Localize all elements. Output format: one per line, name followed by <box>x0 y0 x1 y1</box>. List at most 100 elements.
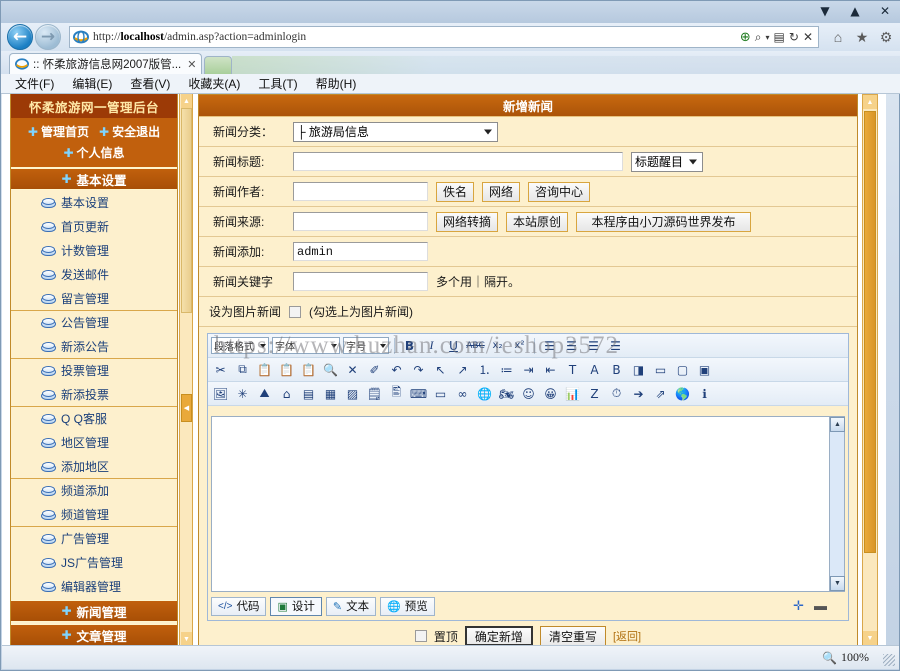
editor-tool-r3-16-icon[interactable]: 😀 <box>541 384 560 403</box>
editor-tab-design[interactable]: ▣ 设计 <box>270 596 322 616</box>
editor-tool-r3-10-icon[interactable]: ⌨ <box>409 384 428 403</box>
editor-tool-r2-13-icon[interactable]: ⒈ <box>475 360 494 379</box>
home-icon[interactable]: ⌂ <box>829 28 847 46</box>
editor-tool-r3-23-icon[interactable]: ℹ <box>695 384 714 403</box>
gutter-collapse-handle[interactable]: ◀ <box>181 394 192 422</box>
compatibility-view-icon[interactable]: ⊕ <box>740 30 751 45</box>
sidebar-item-5[interactable]: 留言管理 <box>11 286 177 310</box>
sidebar-link-home[interactable]: ✚ 管理首页 <box>28 123 89 140</box>
editor-tool-r2-23-icon[interactable]: ▣ <box>695 360 714 379</box>
subscript-icon[interactable]: x₂ <box>488 336 507 355</box>
editor-collapse-icon[interactable]: ▬ <box>814 598 827 614</box>
sidebar-item-15[interactable]: 广告管理 <box>11 526 177 550</box>
sidebar-group-news[interactable]: ✚ 新闻管理 <box>11 600 177 622</box>
confirm-add-button[interactable]: 确定新增 <box>464 626 533 646</box>
stop-icon[interactable]: ✕ <box>803 30 813 44</box>
editor-scroll-up-icon[interactable]: ▲ <box>830 417 845 432</box>
editor-tool-r3-5-icon[interactable]: ▤ <box>299 384 318 403</box>
sidebar-link-profile[interactable]: ✚ 个人信息 <box>63 144 124 161</box>
editor-tool-r2-17-icon[interactable]: T <box>563 360 582 379</box>
align-justify-icon[interactable]: ☰ <box>606 336 625 355</box>
editor-tool-r2-2-icon[interactable]: ⧉ <box>233 360 252 379</box>
editor-tool-r2-8-icon[interactable]: ✐ <box>365 360 384 379</box>
editor-expand-icon[interactable]: ✛ <box>793 598 804 614</box>
sidebar-group-basic[interactable]: ✚ 基本设置 <box>11 168 177 190</box>
sticky-checkbox[interactable] <box>414 630 427 642</box>
source-preset-reprint[interactable]: 网络转摘 <box>436 211 499 232</box>
editor-scrollbar[interactable]: ▲ ▼ <box>829 417 845 591</box>
chevron-down-icon[interactable]: ▾ <box>766 33 770 42</box>
editor-tool-r3-8-icon[interactable]: 🗒 <box>365 384 384 403</box>
magnifier-icon[interactable]: 🔍 <box>822 651 837 665</box>
source-preset-publisher[interactable]: 本程序由小刀源码世界发布 <box>576 211 752 232</box>
editor-tool-r2-15-icon[interactable]: ⇥ <box>519 360 538 379</box>
menu-file[interactable]: 文件(F) <box>15 75 54 92</box>
feed-icon[interactable]: ▤ <box>774 30 785 44</box>
news-title-input[interactable] <box>293 152 623 171</box>
editor-tool-r2-22-icon[interactable]: ▢ <box>673 360 692 379</box>
editor-tool-r3-18-icon[interactable]: Z <box>585 384 604 403</box>
editor-content-area[interactable]: ▲ ▼ <box>211 416 845 592</box>
font-family-select[interactable]: 字体 <box>272 337 340 354</box>
editor-scroll-down-icon[interactable]: ▼ <box>830 576 845 591</box>
editor-tool-r2-20-icon[interactable]: ◨ <box>629 360 648 379</box>
sidebar-item-1[interactable]: 基本设置 <box>11 190 177 214</box>
search-icon[interactable]: ⌕ <box>755 30 762 45</box>
menu-edit[interactable]: 编辑(E) <box>72 75 112 92</box>
page-scroll-down-icon[interactable]: ▼ <box>863 631 877 645</box>
editor-tool-r3-20-icon[interactable]: ➔ <box>629 384 648 403</box>
title-highlight-select[interactable]: 标题醒目 <box>631 151 703 172</box>
align-center-icon[interactable]: ☰ <box>562 336 581 355</box>
editor-tool-r2-7-icon[interactable]: ✕ <box>343 360 362 379</box>
sidebar-item-3[interactable]: 计数管理 <box>11 238 177 262</box>
sidebar-link-logout[interactable]: ✚ 安全退出 <box>99 123 160 140</box>
editor-tool-r3-7-icon[interactable]: ▨ <box>343 384 362 403</box>
italic-icon[interactable]: I <box>422 336 441 355</box>
editor-tool-r3-14-icon[interactable]: 🏍 <box>497 384 516 403</box>
strikethrough-icon[interactable]: ABC <box>466 336 485 355</box>
page-scroll-thumb[interactable] <box>864 111 876 553</box>
editor-tool-r2-4-icon[interactable]: 📋 <box>277 360 296 379</box>
editor-tool-r2-10-icon[interactable]: ↷ <box>409 360 428 379</box>
window-resize-grip[interactable] <box>883 654 895 666</box>
editor-tool-r3-21-icon[interactable]: ⇗ <box>651 384 670 403</box>
browser-tab[interactable]: :: 怀柔旅游信息网2007版管... ✕ <box>9 53 203 74</box>
minimize-button[interactable]: ▼ <box>815 2 835 20</box>
superscript-icon[interactable]: x² <box>510 336 529 355</box>
editor-tool-r2-14-icon[interactable]: ≔ <box>497 360 516 379</box>
forward-button[interactable]: → <box>35 24 61 50</box>
page-inner-scrollbar[interactable]: ▲ ◀ ▼ <box>179 94 193 646</box>
page-scrollbar[interactable]: ▲ ▼ <box>862 94 878 646</box>
sidebar-item-2[interactable]: 首页更新 <box>11 214 177 238</box>
sidebar-item-7[interactable]: 新添公告 <box>11 334 177 358</box>
sidebar-item-11[interactable]: 地区管理 <box>11 430 177 454</box>
back-link[interactable]: [返回] <box>613 628 641 644</box>
page-scroll-up-icon[interactable]: ▲ <box>863 95 877 109</box>
editor-tab-preview[interactable]: 🌐 预览 <box>380 596 435 616</box>
gutter-scroll-up-icon[interactable]: ▲ <box>181 94 192 108</box>
author-preset-consult-center[interactable]: 咨询中心 <box>528 181 591 202</box>
editor-tool-r2-11-icon[interactable]: ↖ <box>431 360 450 379</box>
reset-button[interactable]: 清空重写 <box>539 626 606 646</box>
editor-tool-r3-6-icon[interactable]: ▦ <box>321 384 340 403</box>
source-preset-original[interactable]: 本站原创 <box>506 211 569 232</box>
refresh-icon[interactable]: ↻ <box>789 30 799 44</box>
photonews-checkbox[interactable] <box>289 305 302 318</box>
gutter-scroll-thumb[interactable] <box>181 108 192 313</box>
sidebar-group-article[interactable]: ✚ 文章管理 <box>11 624 177 646</box>
maximize-button[interactable]: ▲ <box>845 2 865 20</box>
menu-favorites[interactable]: 收藏夹(A) <box>188 75 240 92</box>
news-author-input[interactable] <box>293 182 428 201</box>
bold-icon[interactable]: B <box>400 336 419 355</box>
font-size-select[interactable]: 字号 <box>343 337 389 354</box>
editor-tool-r2-18-icon[interactable]: A <box>585 360 604 379</box>
sidebar-item-14[interactable]: 频道管理 <box>11 502 177 526</box>
align-right-icon[interactable]: ☰ <box>584 336 603 355</box>
editor-tool-r2-5-icon[interactable]: 📋 <box>299 360 318 379</box>
paragraph-format-select[interactable]: 段落格式 <box>211 337 269 354</box>
editor-tab-code[interactable]: </> 代码 <box>211 596 267 616</box>
editor-tool-r3-3-icon[interactable]: ⛰ <box>255 384 274 403</box>
menu-view[interactable]: 查看(V) <box>130 75 170 92</box>
editor-tool-r2-19-icon[interactable]: B <box>607 360 626 379</box>
editor-tool-r3-4-icon[interactable]: ⌂ <box>277 384 296 403</box>
